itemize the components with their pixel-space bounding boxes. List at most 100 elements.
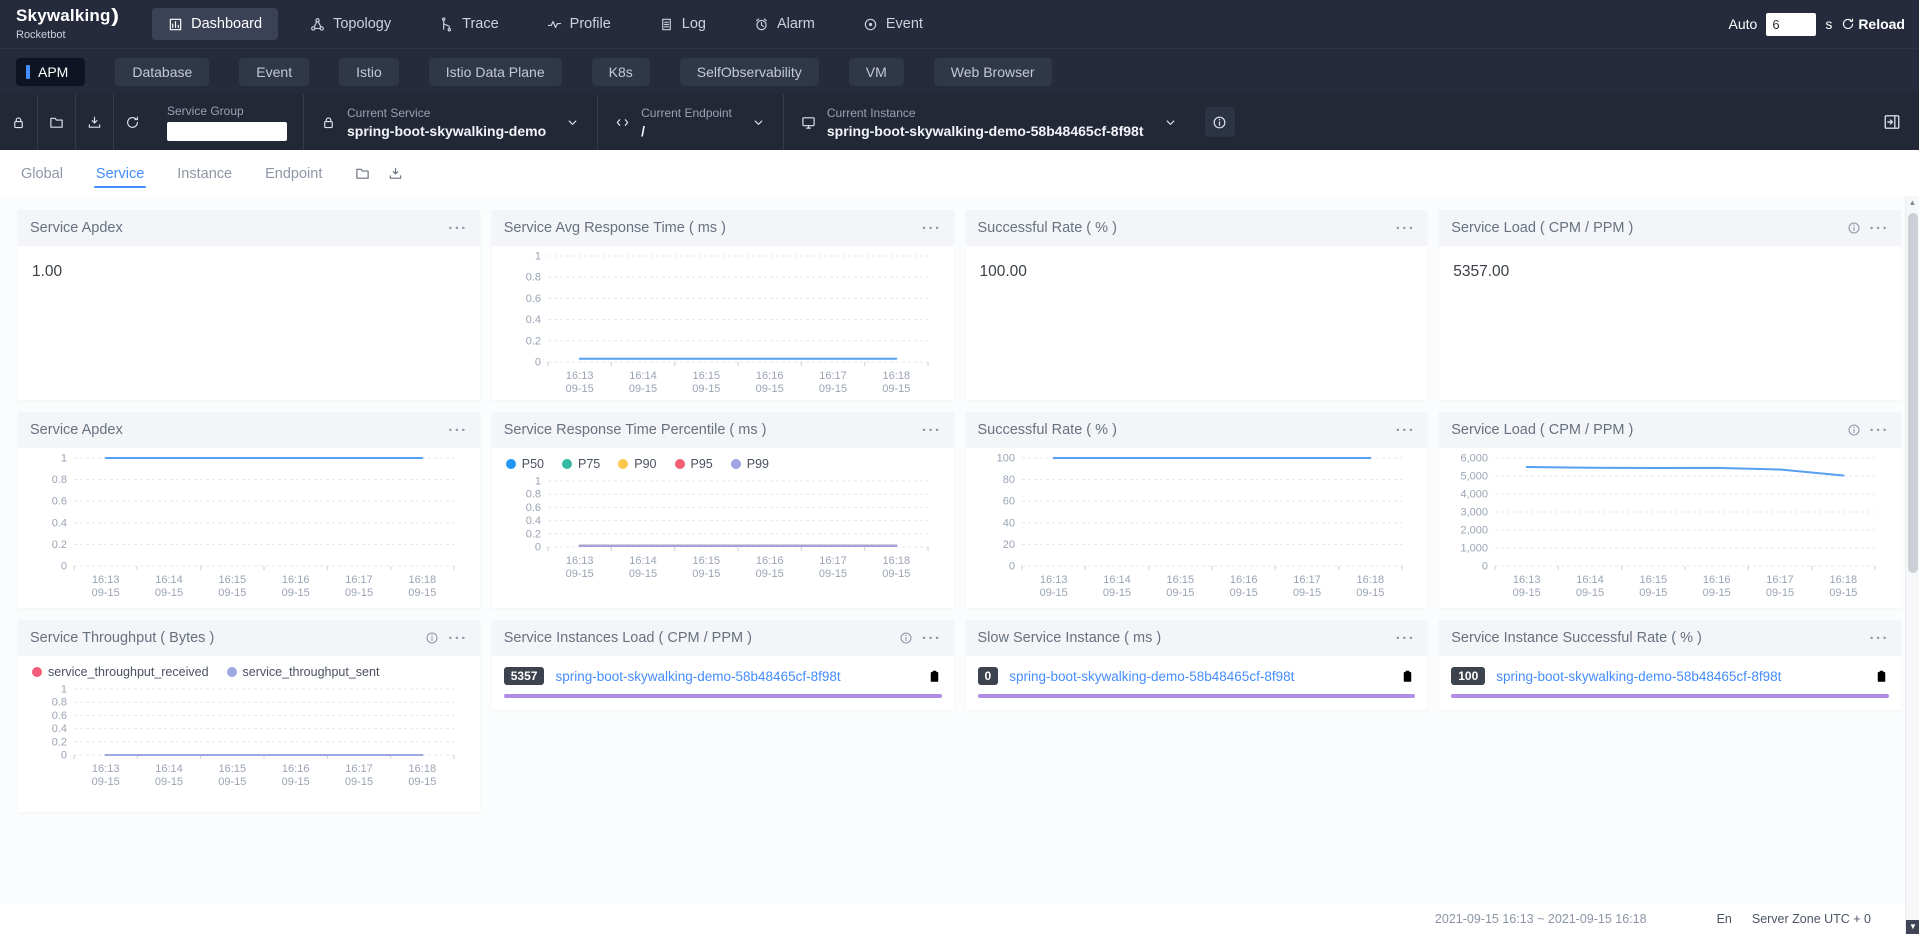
card-menu-button[interactable]: ··· xyxy=(1396,221,1416,236)
nav-label: Log xyxy=(682,16,706,32)
card-header: Service Instance Successful Rate ( % )··… xyxy=(1439,620,1901,656)
info-icon[interactable] xyxy=(1847,221,1861,235)
subnav-item-database[interactable]: Database xyxy=(115,58,209,86)
tab-global[interactable]: Global xyxy=(19,153,65,193)
service-group-input[interactable] xyxy=(167,122,287,141)
legend-item-p95[interactable]: P95 xyxy=(675,457,713,471)
card-header: Slow Service Instance ( ms )··· xyxy=(966,620,1428,656)
subnav-item-selfobservability[interactable]: SelfObservability xyxy=(680,58,819,86)
line-chart: 10.80.60.40.2016:1309-1516:1409-1516:150… xyxy=(502,473,942,583)
nav-item-log[interactable]: Log xyxy=(643,8,722,40)
auto-unit: s xyxy=(1825,16,1832,32)
legend-label: P75 xyxy=(578,457,600,471)
chart-legend: P50 P75 P90 P95 P99 xyxy=(492,448,954,471)
svg-text:09-15: 09-15 xyxy=(1829,587,1857,599)
clipboard-icon[interactable] xyxy=(927,669,942,684)
svg-text:16:13: 16:13 xyxy=(92,763,120,775)
svg-text:09-15: 09-15 xyxy=(408,587,436,599)
nav-item-topology[interactable]: Topology xyxy=(294,8,407,40)
card-service-instance-successful-rate-11: Service Instance Successful Rate ( % )··… xyxy=(1439,620,1901,710)
event-icon xyxy=(863,17,878,32)
svg-text:0: 0 xyxy=(535,542,541,554)
tab-service[interactable]: Service xyxy=(94,153,146,193)
chart-legend: service_throughput_received service_throu… xyxy=(18,656,480,679)
server-zone[interactable]: Server Zone UTC + 0 xyxy=(1752,912,1871,926)
svg-text:09-15: 09-15 xyxy=(1229,587,1257,599)
nav-item-event[interactable]: Event xyxy=(847,8,939,40)
current-service-label: Current Service xyxy=(347,106,546,120)
nav-label: Profile xyxy=(570,16,611,32)
nav-item-trace[interactable]: Trace xyxy=(423,8,515,40)
instance-list: 0spring-boot-skywalking-demo-58b48465cf-… xyxy=(966,656,1428,710)
brand-logo: Skywalking ) Rocketbot xyxy=(16,7,118,41)
card-menu-button[interactable]: ··· xyxy=(448,631,468,646)
subnav-item-istio[interactable]: Istio xyxy=(339,58,399,86)
scroll-down-arrow-icon[interactable]: ▼ xyxy=(1906,920,1919,934)
legend-item-service-throughput-sent[interactable]: service_throughput_sent xyxy=(227,665,380,679)
clipboard-icon[interactable] xyxy=(1874,669,1889,684)
info-icon[interactable] xyxy=(1847,423,1861,437)
auto-interval-input[interactable] xyxy=(1766,13,1816,36)
import-button[interactable] xyxy=(76,94,113,150)
card-menu-button[interactable]: ··· xyxy=(1870,631,1890,646)
info-icon[interactable] xyxy=(899,631,913,645)
card-menu-button[interactable]: ··· xyxy=(1396,423,1416,438)
current-endpoint-selector[interactable]: Current Endpoint / xyxy=(598,94,783,150)
nav-item-alarm[interactable]: Alarm xyxy=(738,8,831,40)
subnav-label: Istio xyxy=(356,64,382,80)
svg-text:16:16: 16:16 xyxy=(282,574,310,586)
nav-item-profile[interactable]: Profile xyxy=(531,8,627,40)
card-menu-button[interactable]: ··· xyxy=(1870,221,1890,236)
instance-link[interactable]: spring-boot-skywalking-demo-58b48465cf-8… xyxy=(1496,669,1863,684)
legend-label: P99 xyxy=(747,457,769,471)
legend-item-p99[interactable]: P99 xyxy=(731,457,769,471)
info-icon[interactable] xyxy=(425,631,439,645)
card-menu-button[interactable]: ··· xyxy=(448,221,468,236)
svg-text:16:18: 16:18 xyxy=(409,763,437,775)
instance-link[interactable]: spring-boot-skywalking-demo-58b48465cf-8… xyxy=(555,669,915,684)
legend-item-p75[interactable]: P75 xyxy=(562,457,600,471)
current-instance-selector[interactable]: Current Instance spring-boot-skywalking-… xyxy=(784,94,1195,150)
card-menu-button[interactable]: ··· xyxy=(922,631,942,646)
subnav-item-istio-data-plane[interactable]: Istio Data Plane xyxy=(429,58,562,86)
svg-text:1: 1 xyxy=(61,453,67,465)
legend-item-p50[interactable]: P50 xyxy=(506,457,544,471)
legend-item-p90[interactable]: P90 xyxy=(618,457,656,471)
scrollbar-thumb[interactable] xyxy=(1908,213,1918,573)
info-button[interactable] xyxy=(1205,107,1235,137)
svg-text:16:15: 16:15 xyxy=(692,370,720,382)
legend-item-service-throughput-received[interactable]: service_throughput_received xyxy=(32,665,209,679)
subnav-item-apm[interactable]: APM xyxy=(16,58,85,86)
language-switch[interactable]: En xyxy=(1717,912,1732,926)
value-badge: 5357 xyxy=(504,667,545,685)
folder-button[interactable] xyxy=(38,94,75,150)
tab-instance[interactable]: Instance xyxy=(175,153,234,193)
subnav-item-vm[interactable]: VM xyxy=(849,58,904,86)
subnav-item-k8s[interactable]: K8s xyxy=(592,58,650,86)
skywalking-dashboard: Skywalking ) Rocketbot Dashboard Topology… xyxy=(0,0,1919,934)
card-title: Successful Rate ( % ) xyxy=(978,220,1117,236)
subnav-item-event[interactable]: Event xyxy=(239,58,309,86)
subnav-item-web-browser[interactable]: Web Browser xyxy=(934,58,1052,86)
card-menu-button[interactable]: ··· xyxy=(922,221,942,236)
current-service-selector[interactable]: Current Service spring-boot-skywalking-d… xyxy=(304,94,597,150)
tab-endpoint[interactable]: Endpoint xyxy=(263,153,324,193)
reload-button[interactable]: Reload xyxy=(1841,16,1905,32)
subnav-label: Database xyxy=(132,64,192,80)
folder-icon xyxy=(49,115,64,130)
card-menu-button[interactable]: ··· xyxy=(922,423,942,438)
refresh-templates-button[interactable] xyxy=(114,94,151,150)
card-menu-button[interactable]: ··· xyxy=(1396,631,1416,646)
lock-button[interactable] xyxy=(0,94,37,150)
current-instance-value: spring-boot-skywalking-demo-58b48465cf-8… xyxy=(827,123,1144,139)
nav-item-dashboard[interactable]: Dashboard xyxy=(152,8,278,40)
card-menu-button[interactable]: ··· xyxy=(1870,423,1890,438)
instance-link[interactable]: spring-boot-skywalking-demo-58b48465cf-8… xyxy=(1009,669,1389,684)
folder-icon[interactable] xyxy=(355,166,370,181)
scroll-up-arrow-icon[interactable]: ▲ xyxy=(1906,196,1919,210)
card-menu-button[interactable]: ··· xyxy=(448,423,468,438)
svg-text:16:17: 16:17 xyxy=(819,555,847,567)
clipboard-icon[interactable] xyxy=(1400,669,1415,684)
collapse-panel-icon[interactable] xyxy=(1883,113,1913,131)
download-icon[interactable] xyxy=(388,166,403,181)
